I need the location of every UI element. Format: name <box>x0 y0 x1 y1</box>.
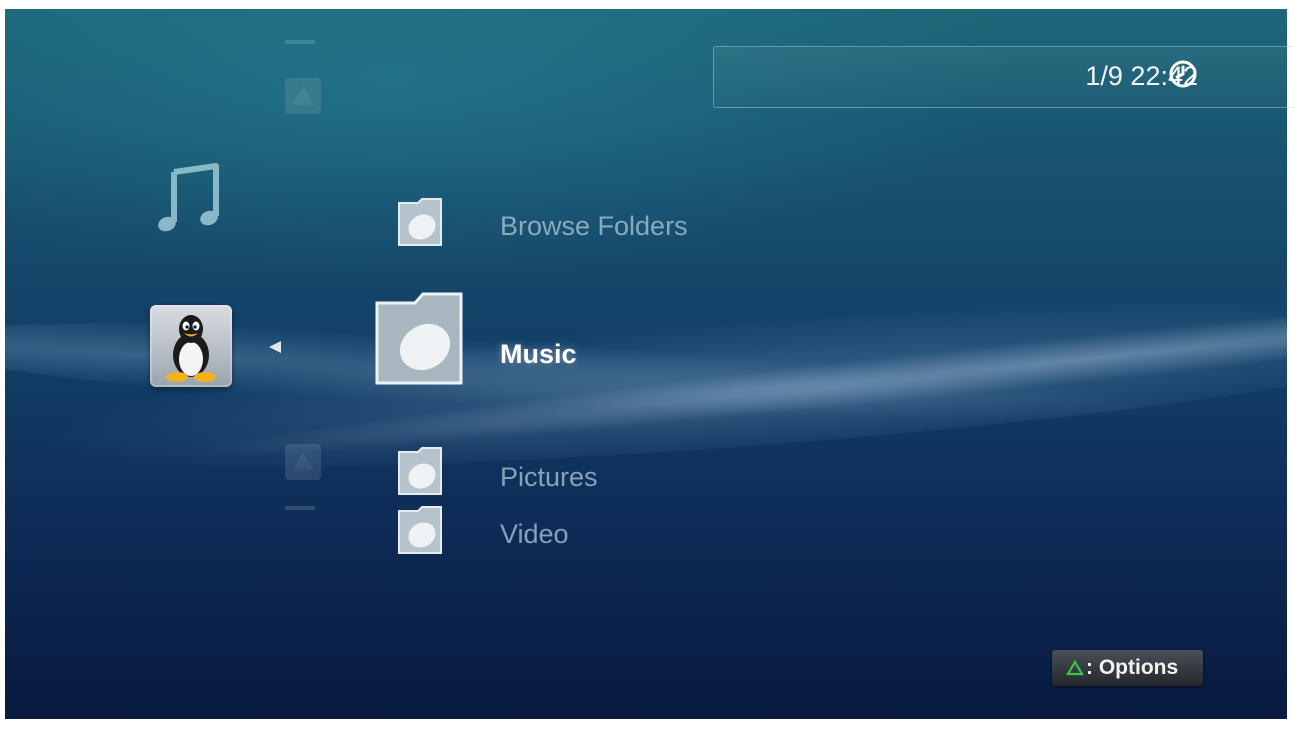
faded-menu-icon <box>285 506 315 510</box>
options-button[interactable]: : Options <box>1052 650 1203 686</box>
menu-item-browse-folders[interactable]: Browse Folders <box>500 210 688 242</box>
menu-item-pictures[interactable]: Pictures <box>500 461 598 493</box>
menu-item-video[interactable]: Video <box>500 518 569 550</box>
faded-triangle-icon <box>285 78 321 114</box>
faded-menu-icon <box>285 40 315 44</box>
folder-icon[interactable] <box>396 197 444 247</box>
clock-icon <box>1169 60 1197 88</box>
folder-icon[interactable] <box>396 446 444 496</box>
status-bar: 1/9 22:42 <box>713 46 1294 108</box>
triangle-button-icon <box>1066 660 1084 676</box>
faded-triangle-icon <box>285 444 321 480</box>
menu-item-music[interactable]: Music <box>500 338 577 370</box>
folder-icon[interactable] <box>373 291 465 387</box>
folder-icon[interactable] <box>396 505 444 555</box>
linux-penguin-icon <box>166 315 216 382</box>
left-arrow-icon <box>269 341 281 353</box>
music-note-icon[interactable] <box>150 158 230 238</box>
linux-category-tile[interactable] <box>150 305 232 387</box>
options-label: : Options <box>1086 656 1179 679</box>
